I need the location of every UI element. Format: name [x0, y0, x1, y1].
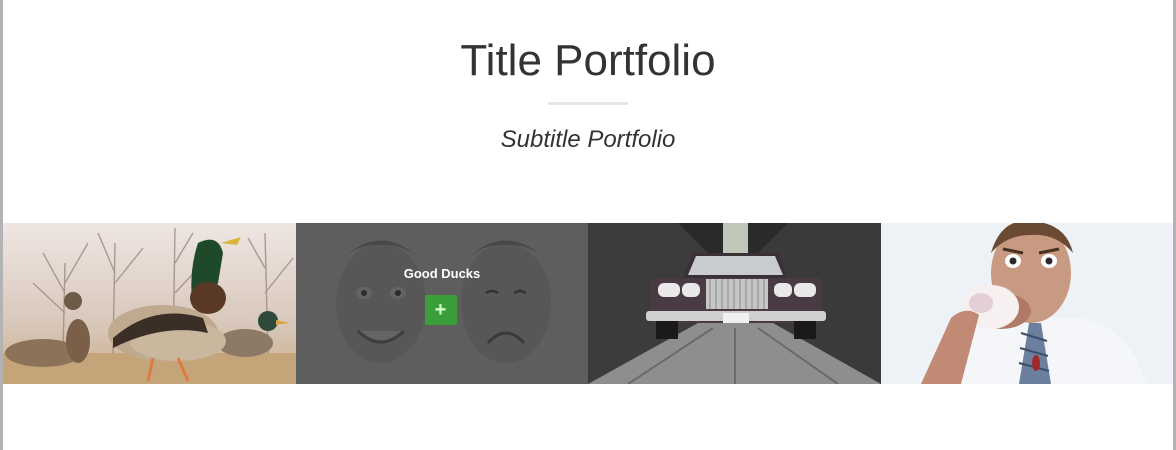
- page-title: Title Portfolio: [460, 36, 716, 85]
- portfolio-item-car[interactable]: [588, 223, 881, 384]
- ducks-photo: [3, 223, 296, 384]
- portfolio-item-donut[interactable]: [880, 223, 1173, 384]
- item-caption: Good Ducks: [403, 266, 481, 281]
- portfolio-item-ducks[interactable]: [3, 223, 296, 384]
- view-item-button[interactable]: +: [424, 295, 457, 325]
- page-subtitle: Subtitle Portfolio: [500, 126, 676, 153]
- title-divider: [548, 102, 628, 105]
- portfolio-item-good-ducks[interactable]: Good Ducks +: [295, 223, 588, 384]
- plus-icon: +: [434, 299, 447, 321]
- man-eating-donut-photo: [880, 223, 1173, 384]
- vintage-car-photo: [588, 223, 881, 384]
- portfolio-gallery: Good Ducks +: [3, 223, 1173, 384]
